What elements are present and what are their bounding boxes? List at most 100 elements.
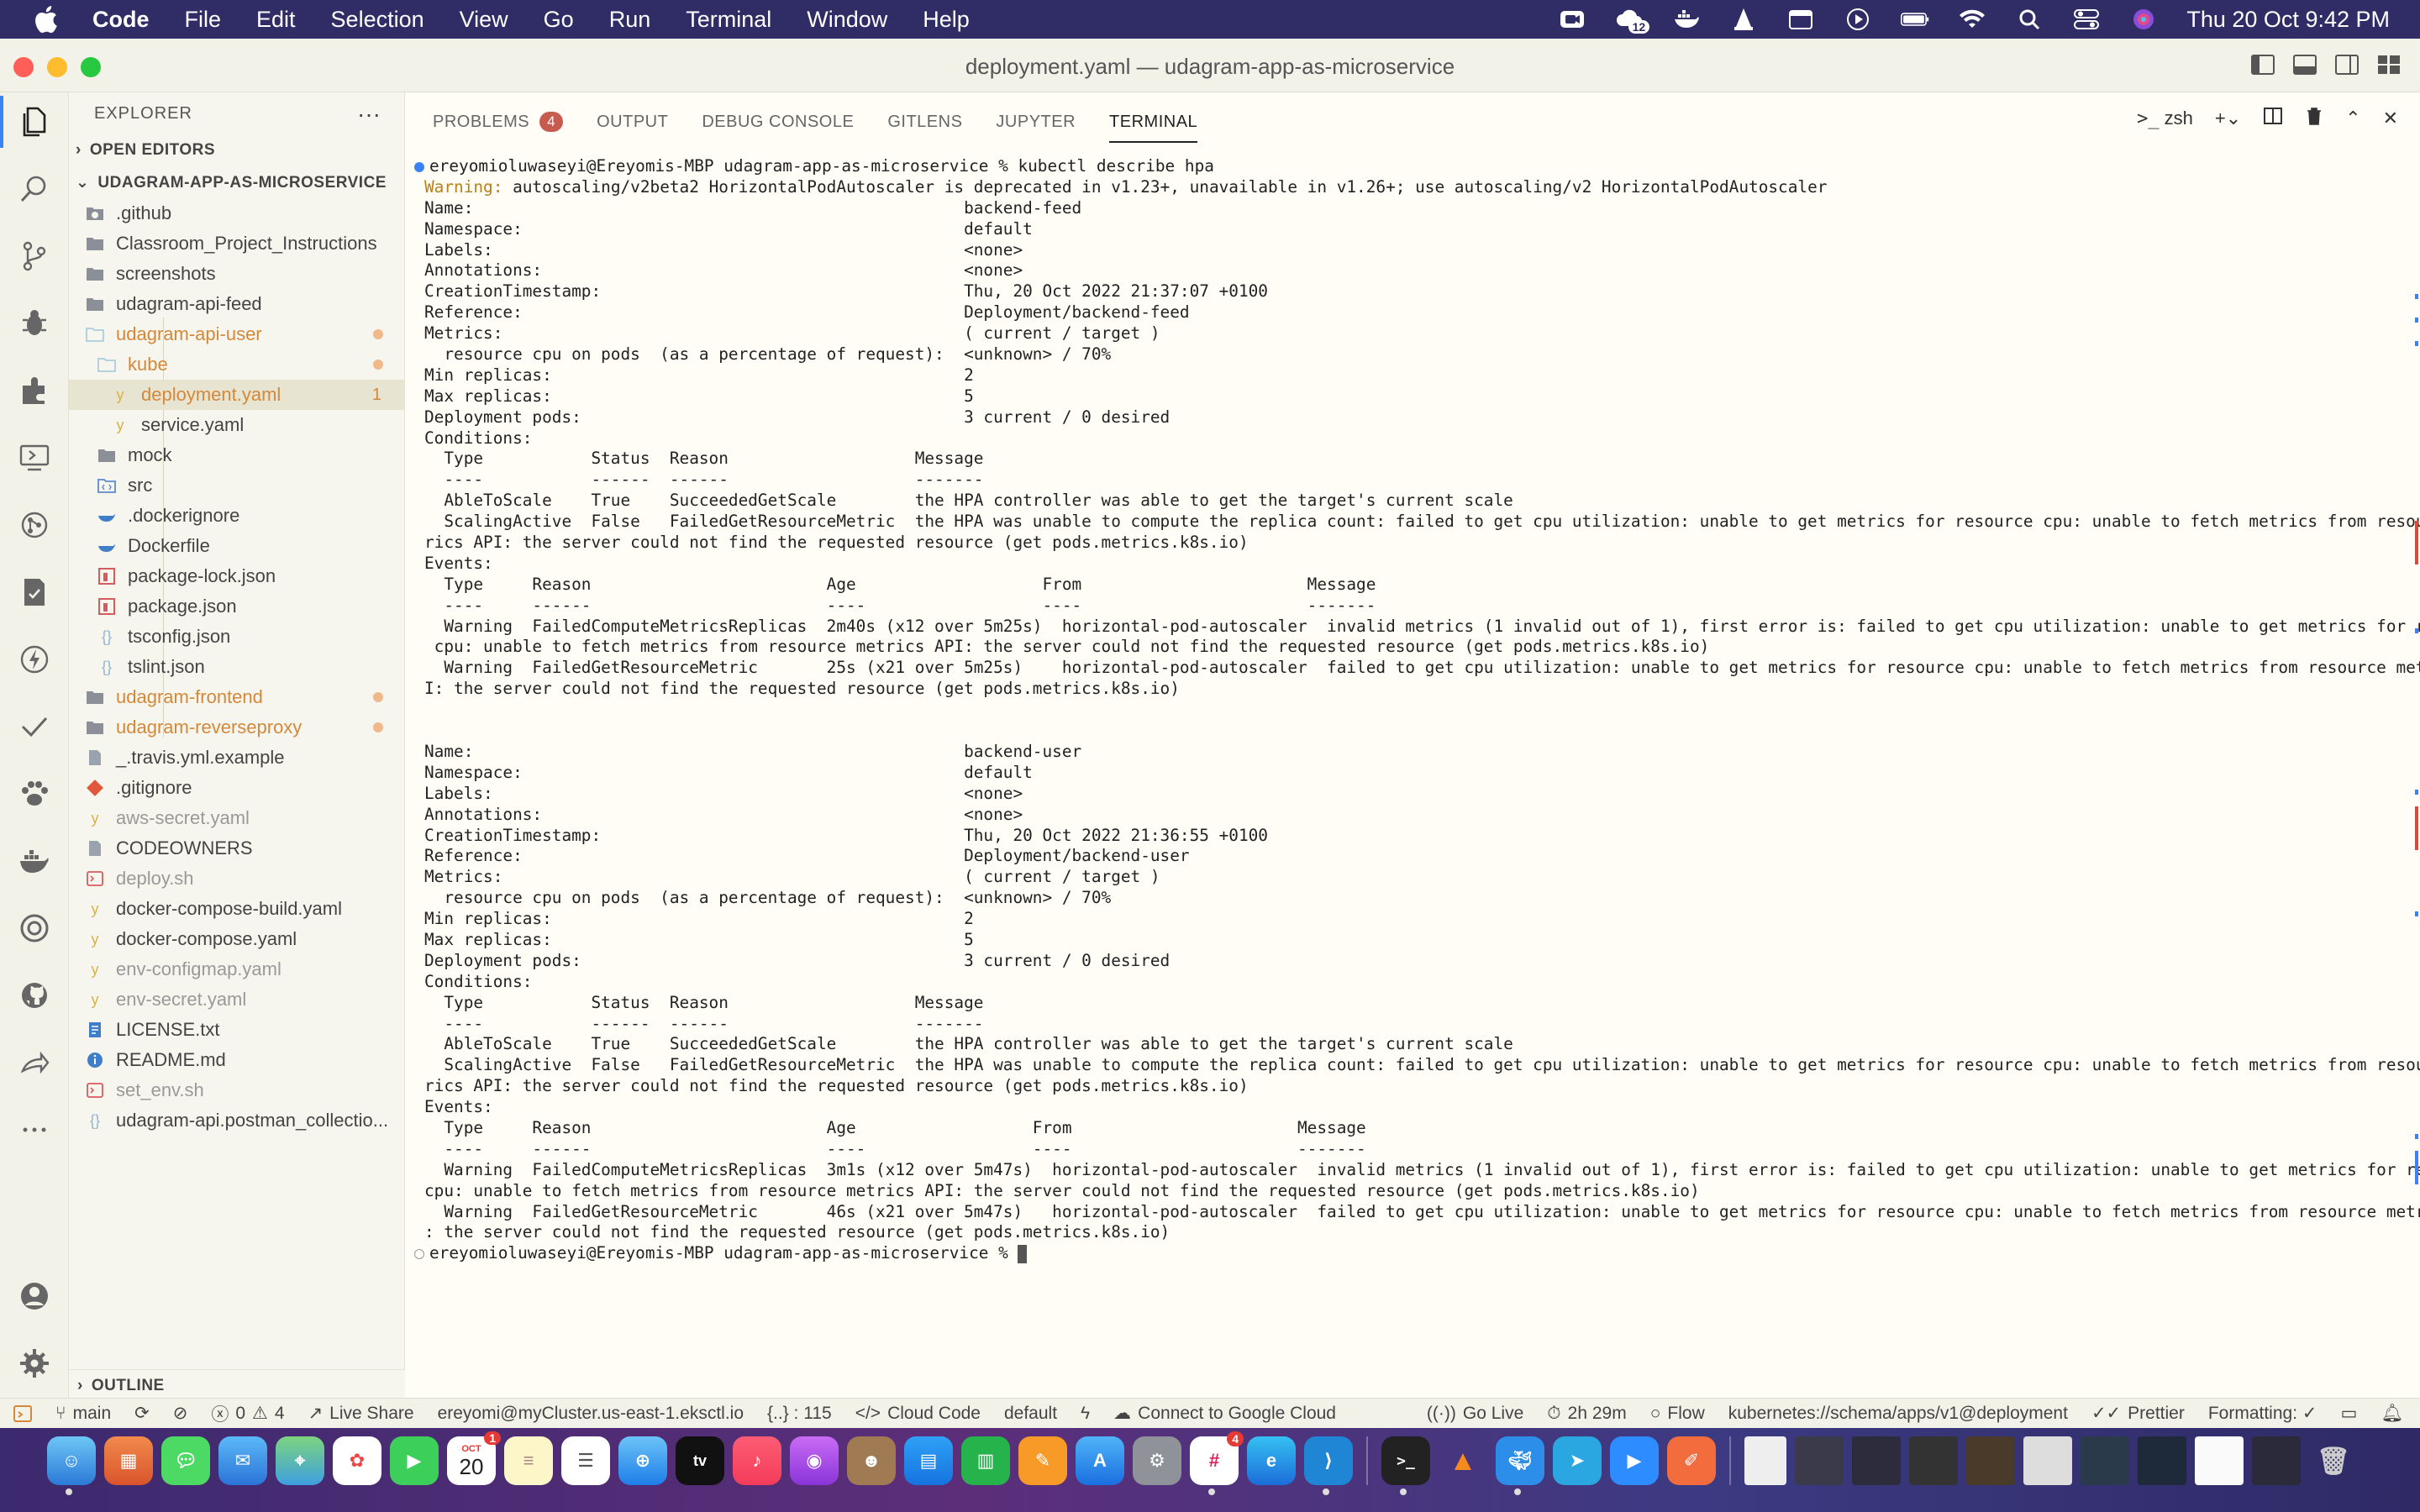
tree-item-env-configmap[interactable]: y env-configmap.yaml	[69, 954, 405, 984]
testing-icon[interactable]	[17, 575, 52, 610]
tree-item-screenshots[interactable]: screenshots	[69, 259, 405, 289]
tab-gitlens[interactable]: GITLENS	[887, 104, 962, 139]
keynote-dock-icon[interactable]: ▤	[904, 1436, 953, 1485]
zoom-dock-icon[interactable]: ▶	[1610, 1436, 1659, 1485]
remote-indicator-icon[interactable]	[13, 1404, 32, 1422]
calendar-status-icon[interactable]	[1786, 8, 1815, 31]
window-thumbnail-icon[interactable]	[2252, 1436, 2301, 1485]
cloud-badge-icon[interactable]: 12	[1615, 8, 1650, 34]
thunder-client-icon[interactable]	[17, 642, 52, 677]
tab-jupyter[interactable]: JUPYTER	[996, 104, 1076, 139]
slack-dock-icon[interactable]: #4	[1190, 1431, 1244, 1495]
github-icon[interactable]	[17, 978, 52, 1013]
menu-view[interactable]: View	[460, 7, 508, 33]
tree-item-frontend[interactable]: udagram-frontend	[69, 682, 405, 712]
more-views-icon[interactable]	[17, 1112, 52, 1147]
docker-status-icon[interactable]	[1672, 8, 1701, 31]
checkmark-icon[interactable]	[17, 709, 52, 744]
search-icon[interactable]	[17, 171, 52, 207]
project-root-section[interactable]: ⌄ UDAGRAM-APP-AS-MICROSERVICE	[76, 173, 387, 192]
cursor-position[interactable]: {..} : 115	[767, 1404, 832, 1424]
apple-tv-dock-icon[interactable]: tv	[676, 1436, 724, 1485]
lightning-icon[interactable]: ϟ	[1081, 1404, 1090, 1424]
finder-dock-icon[interactable]: ☺	[47, 1436, 96, 1495]
toggle-panel-icon[interactable]	[2292, 54, 2317, 76]
menu-edit[interactable]: Edit	[256, 7, 296, 33]
tree-item-env-secret[interactable]: y env-secret.yaml	[69, 984, 405, 1015]
edge-dock-icon[interactable]: e	[1247, 1436, 1296, 1485]
toggle-secondary-sidebar-icon[interactable]	[2334, 54, 2360, 76]
trash-dock-icon[interactable]: 🗑︎	[2309, 1436, 2358, 1485]
tree-item-aws-secret[interactable]: y aws-secret.yaml	[69, 803, 405, 833]
docker-icon[interactable]	[17, 843, 52, 879]
window-thumbnail-icon[interactable]	[1909, 1436, 1958, 1485]
contacts-dock-icon[interactable]: ☻	[847, 1436, 896, 1485]
safari-dock-icon[interactable]: ⊕	[618, 1436, 667, 1485]
tree-item-postman[interactable]: {} udagram-api.postman_collectio...	[69, 1105, 405, 1136]
menu-app-name[interactable]: Code	[92, 7, 150, 33]
terminal-output[interactable]: ereyomioluwaseyi@Ereyomis-MBP udagram-ap…	[414, 156, 2420, 1264]
tree-item-codeowners[interactable]: CODEOWNERS	[69, 833, 405, 864]
window-thumbnail-icon[interactable]	[1966, 1436, 2015, 1485]
telegram-dock-icon[interactable]: ➤	[1553, 1436, 1602, 1485]
tree-item-github[interactable]: .github	[69, 198, 405, 228]
flow-status[interactable]: ○ Flow	[1650, 1404, 1705, 1424]
run-debug-icon[interactable]	[17, 306, 52, 341]
calendar-dock-icon[interactable]: OCT 20 1	[447, 1431, 501, 1485]
tree-item-tslint[interactable]: {} tslint.json	[69, 652, 405, 682]
app-store-dock-icon[interactable]: A	[1076, 1436, 1124, 1485]
sync-icon[interactable]: ⟳	[134, 1403, 150, 1424]
siri-icon[interactable]	[2129, 8, 2158, 31]
kube-cluster-status[interactable]: ereyomi@myCluster.us-east-1.eksctl.io	[438, 1404, 744, 1424]
split-terminal-icon[interactable]	[2263, 107, 2283, 130]
namespace-status[interactable]: default	[1004, 1404, 1057, 1424]
reminders-dock-icon[interactable]: ☰	[561, 1436, 610, 1485]
window-thumbnail-icon[interactable]	[2138, 1436, 2186, 1485]
tree-item-readme[interactable]: README.md	[69, 1045, 405, 1075]
problems-status[interactable]: ⓧ 0 ⚠ 4	[211, 1401, 284, 1426]
remote-explorer-icon[interactable]	[17, 440, 52, 475]
customize-layout-icon[interactable]	[2376, 54, 2402, 76]
vlc-status-icon[interactable]	[1729, 8, 1758, 31]
spotlight-search-icon[interactable]	[2015, 8, 2044, 31]
maximize-panel-icon[interactable]: ⌃	[2345, 108, 2360, 129]
facetime-dock-icon[interactable]: ▶	[390, 1436, 439, 1485]
screenshots-stack-icon[interactable]	[1795, 1436, 1844, 1485]
cloud-code-icon[interactable]	[17, 911, 52, 946]
photos-dock-icon[interactable]: ✿	[333, 1436, 381, 1485]
messages-dock-icon[interactable]: 💬︎	[161, 1436, 210, 1485]
music-dock-icon[interactable]: ♪	[733, 1436, 781, 1485]
tree-item-deploy-sh[interactable]: deploy.sh	[69, 864, 405, 894]
postman-dock-icon[interactable]: ✐	[1667, 1436, 1716, 1485]
explorer-more-actions-icon[interactable]: ···	[357, 101, 381, 128]
notes-dock-icon[interactable]: ≡	[504, 1436, 553, 1485]
source-control-icon[interactable]	[17, 239, 52, 274]
tree-item-api-feed[interactable]: udagram-api-feed	[69, 289, 405, 319]
tree-item-service-yaml[interactable]: y service.yaml	[69, 410, 405, 440]
toggle-primary-sidebar-icon[interactable]	[2250, 54, 2275, 76]
system-settings-dock-icon[interactable]: ⚙	[1133, 1436, 1181, 1485]
tab-debug-console[interactable]: DEBUG CONSOLE	[702, 104, 854, 139]
settings-gear-icon[interactable]	[17, 1346, 52, 1381]
git-graph-icon[interactable]: ⊘	[173, 1403, 188, 1424]
window-thumbnail-icon[interactable]	[1852, 1436, 1901, 1485]
tab-terminal[interactable]: TERMINAL	[1109, 104, 1198, 143]
tree-item-mock[interactable]: mock	[69, 440, 405, 470]
formatting-status[interactable]: Formatting: ✓	[2208, 1403, 2317, 1424]
podcasts-dock-icon[interactable]: ◉	[790, 1436, 839, 1485]
new-terminal-icon[interactable]: +⌄	[2215, 108, 2241, 129]
gitlens-icon[interactable]	[17, 507, 52, 543]
tree-item-deployment-yaml[interactable]: y deployment.yaml 1	[69, 380, 405, 410]
camera-status-icon[interactable]	[1558, 8, 1586, 31]
control-center-icon[interactable]	[2072, 8, 2101, 31]
vscode-dock-icon[interactable]: ⟩	[1304, 1436, 1353, 1495]
apple-logo-icon[interactable]	[30, 4, 60, 34]
outline-header[interactable]: › OUTLINE	[77, 1377, 165, 1395]
command-status-dot-icon[interactable]	[414, 161, 424, 172]
feedback-icon[interactable]: ▭	[2340, 1403, 2357, 1424]
tree-item-compose-build[interactable]: y docker-compose-build.yaml	[69, 894, 405, 924]
maps-dock-icon[interactable]: ⌖	[276, 1436, 324, 1485]
docker-dock-icon[interactable]: 🐳︎	[1496, 1436, 1544, 1495]
command-status-dot-icon[interactable]	[414, 1248, 424, 1259]
live-share-status[interactable]: ↗ Live Share	[308, 1403, 414, 1424]
